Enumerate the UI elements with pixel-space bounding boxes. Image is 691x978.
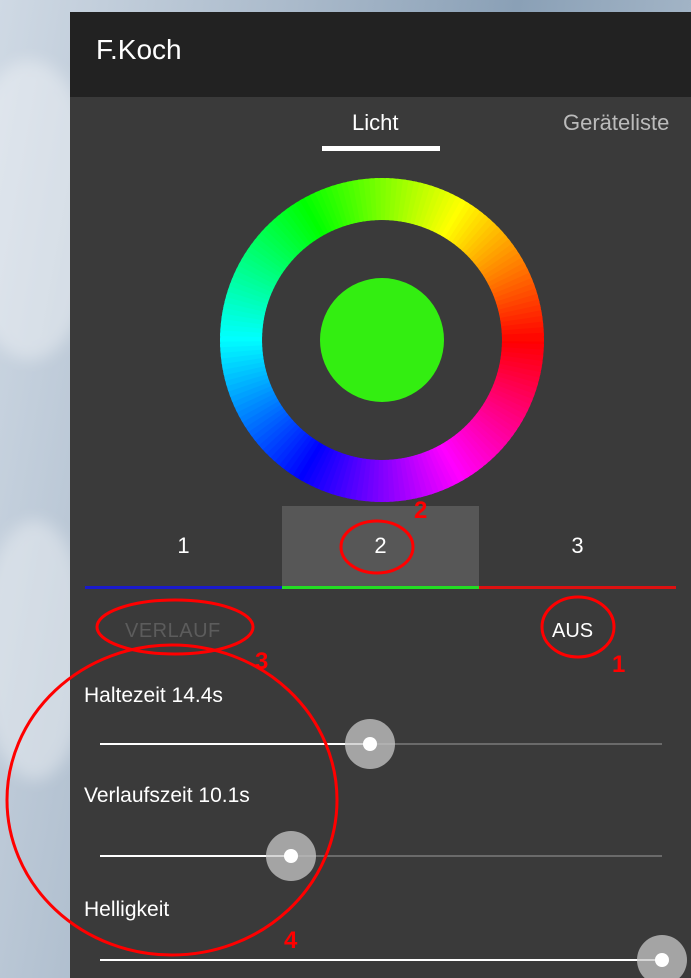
verlaufszeit-slider-thumb[interactable] (266, 831, 317, 881)
channel-3-button[interactable]: 3 (479, 506, 676, 586)
channel-2-indicator (282, 586, 479, 589)
helligkeit-slider[interactable] (100, 935, 687, 978)
tab-licht[interactable]: Licht (352, 110, 398, 136)
annotation-number-4: 4 (284, 927, 298, 954)
channel-1-indicator (85, 586, 282, 589)
haltezeit-slider[interactable] (100, 719, 662, 769)
aus-button[interactable]: AUS (552, 620, 593, 643)
color-wheel[interactable] (219, 177, 545, 503)
haltezeit-slider-thumb[interactable] (344, 719, 395, 769)
channel-2-button[interactable]: 2 (282, 506, 479, 586)
channel-1-button[interactable]: 1 (85, 506, 282, 586)
annotation-number-1: 1 (612, 651, 626, 678)
haltezeit-label: Haltezeit 14.4s (84, 684, 223, 707)
annotation-number-3: 3 (255, 648, 269, 675)
haltezeit-slider-fill (100, 743, 370, 745)
tab-geraeteliste[interactable]: Geräteliste (563, 110, 669, 136)
verlaufszeit-slider-fill (100, 855, 292, 857)
helligkeit-slider-thumb[interactable] (637, 935, 687, 978)
verlaufszeit-slider[interactable] (100, 831, 662, 881)
verlauf-button[interactable]: VERLAUF (125, 620, 221, 643)
tab-indicator (322, 146, 440, 151)
helligkeit-slider-fill (100, 959, 662, 961)
action-bar: F.Koch (70, 12, 691, 97)
app-title: F.Koch (96, 34, 182, 65)
color-wheel-ring[interactable] (219, 177, 545, 503)
annotation-number-2: 2 (414, 497, 428, 524)
channel-3-indicator (479, 586, 676, 589)
selected-color-swatch (320, 278, 444, 402)
verlaufszeit-label: Verlaufszeit 10.1s (84, 784, 250, 807)
app-screen: F.Koch Licht Geräteliste 1 2 3 VERLAUF A… (70, 12, 691, 978)
helligkeit-label: Helligkeit (84, 898, 170, 921)
